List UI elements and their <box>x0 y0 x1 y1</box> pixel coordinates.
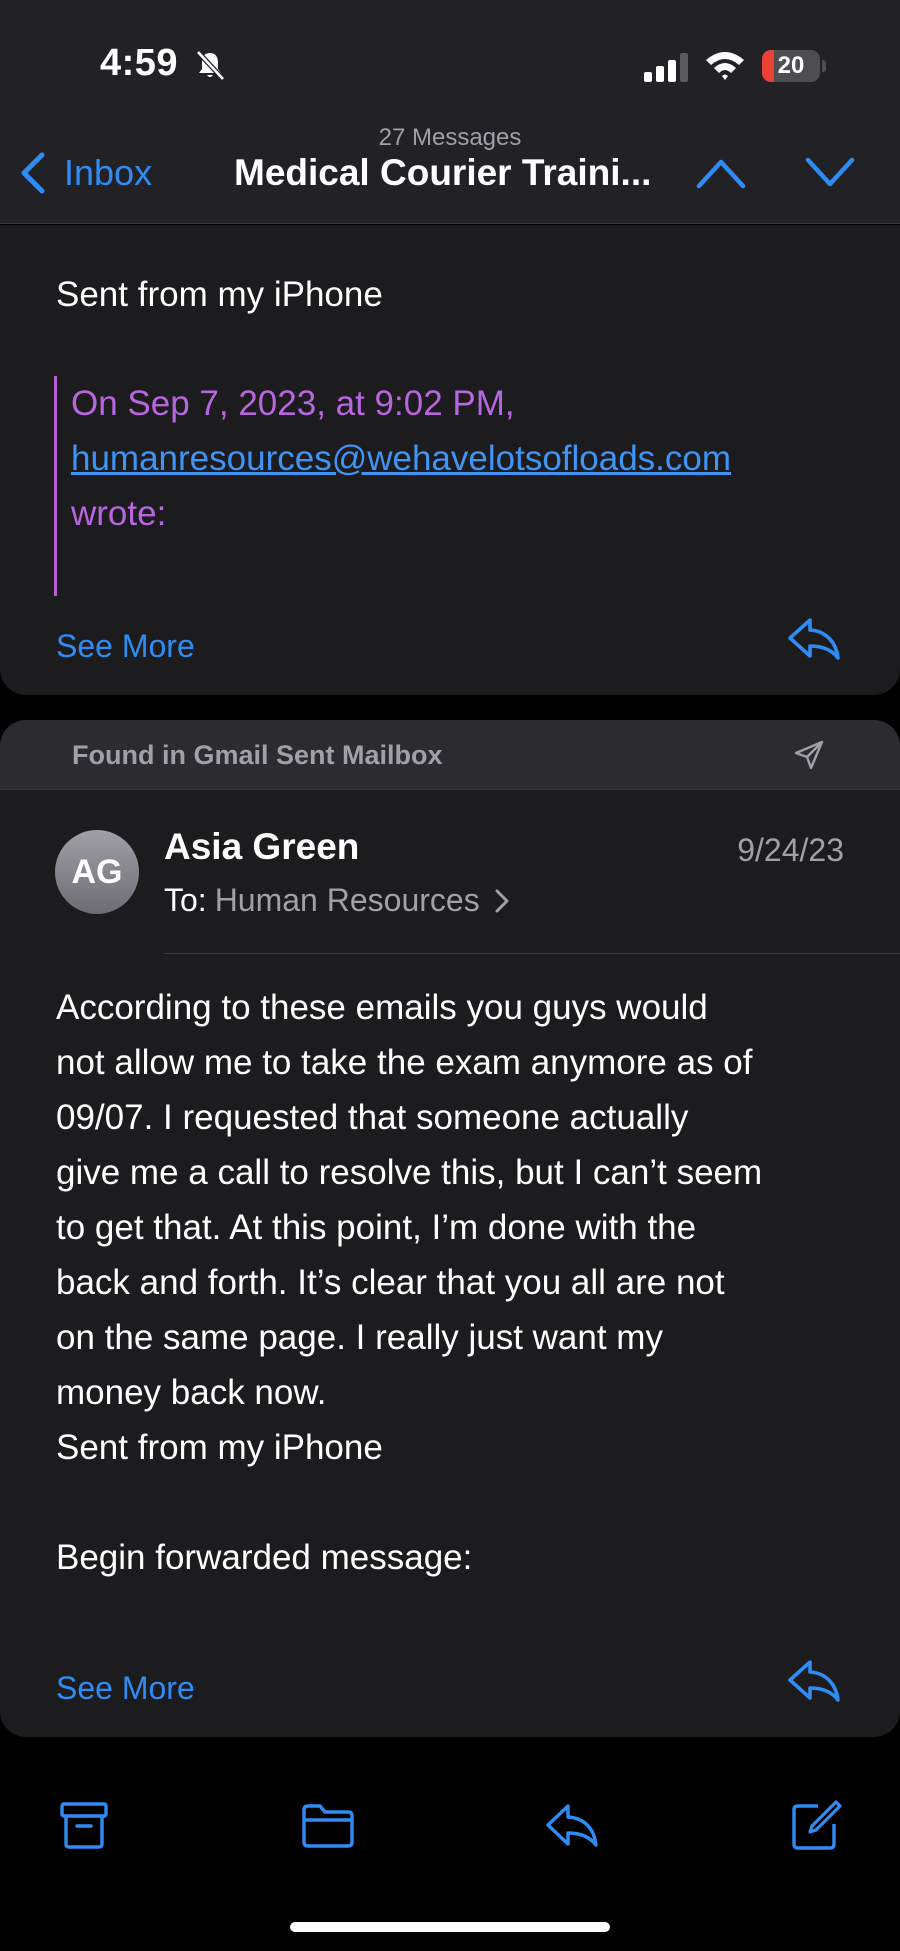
message-count: 27 Messages <box>378 124 522 151</box>
message-closing: Sent from my iPhone <box>56 1428 383 1467</box>
body-line: back and forth. It’s clear that you all … <box>56 1263 725 1302</box>
body-line: money back now. <box>56 1373 327 1412</box>
message-body: According to these emails you guys would… <box>56 980 856 1585</box>
reply-icon[interactable] <box>786 616 842 662</box>
navigation-header: 4:59 20 Inbox 27 Messages Medical Courie… <box>0 0 900 224</box>
battery-indicator: 20 <box>762 50 820 82</box>
message-date: 9/24/23 <box>737 832 844 868</box>
body-line: give me a call to resolve this, but I ca… <box>56 1153 763 1192</box>
wifi-icon <box>706 52 744 80</box>
see-more-link[interactable]: See More <box>56 1670 195 1707</box>
battery-nub <box>822 60 826 72</box>
see-more-link[interactable]: See More <box>56 628 195 665</box>
cellular-signal-icon <box>644 53 688 82</box>
next-message-button[interactable] <box>804 152 856 192</box>
folder-icon[interactable] <box>300 1798 356 1852</box>
status-time: 4:59 <box>100 42 179 84</box>
quoted-reply: On Sep 7, 2023, at 9:02 PM, humanresourc… <box>54 376 854 596</box>
recipient-row[interactable]: To: Human Resources <box>164 882 510 919</box>
recipient-name: Human Resources <box>214 882 480 918</box>
sender-name[interactable]: Asia Green <box>164 826 359 868</box>
found-in-label: Found in Gmail Sent Mailbox <box>72 740 443 770</box>
bell-slash-icon <box>196 50 225 81</box>
message-card: Found in Gmail Sent Mailbox AG Asia Gree… <box>0 720 900 1737</box>
avatar[interactable]: AG <box>55 830 139 914</box>
compose-icon[interactable] <box>788 1798 844 1852</box>
body-line: not allow me to take the exam anymore as… <box>56 1043 753 1082</box>
body-line: According to these emails you guys would <box>56 988 708 1027</box>
reply-icon[interactable] <box>544 1798 600 1852</box>
quote-email-link[interactable]: humanresources@wehavelotsofloads.com <box>71 431 854 486</box>
battery-percent: 20 <box>777 52 805 79</box>
home-indicator[interactable] <box>290 1922 610 1932</box>
message-closing: Sent from my iPhone <box>56 275 383 314</box>
forwarded-label: Begin forwarded message: <box>56 1538 473 1577</box>
reply-icon[interactable] <box>786 1658 842 1704</box>
quote-wrote: wrote: <box>71 494 167 533</box>
header-divider <box>164 953 900 954</box>
body-line: to get that. At this point, I’m done wit… <box>56 1208 697 1247</box>
back-to-inbox-button[interactable]: Inbox <box>18 148 152 198</box>
body-line: on the same page. I really just want my <box>56 1318 663 1357</box>
archive-icon[interactable] <box>56 1798 112 1852</box>
bottom-toolbar <box>0 1738 900 1951</box>
thread-title: Medical Courier Traini... <box>234 152 652 193</box>
found-in-mailbox-banner: Found in Gmail Sent Mailbox <box>0 720 900 790</box>
previous-message-button[interactable] <box>695 152 747 192</box>
quote-header: On Sep 7, 2023, at 9:02 PM, <box>71 384 515 423</box>
chevron-left-icon <box>21 152 45 194</box>
to-label: To: <box>164 882 207 918</box>
paper-plane-icon <box>794 740 824 770</box>
body-line: 09/07. I requested that someone actually <box>56 1098 689 1137</box>
back-label: Inbox <box>64 152 153 193</box>
chevron-right-icon <box>495 889 509 912</box>
